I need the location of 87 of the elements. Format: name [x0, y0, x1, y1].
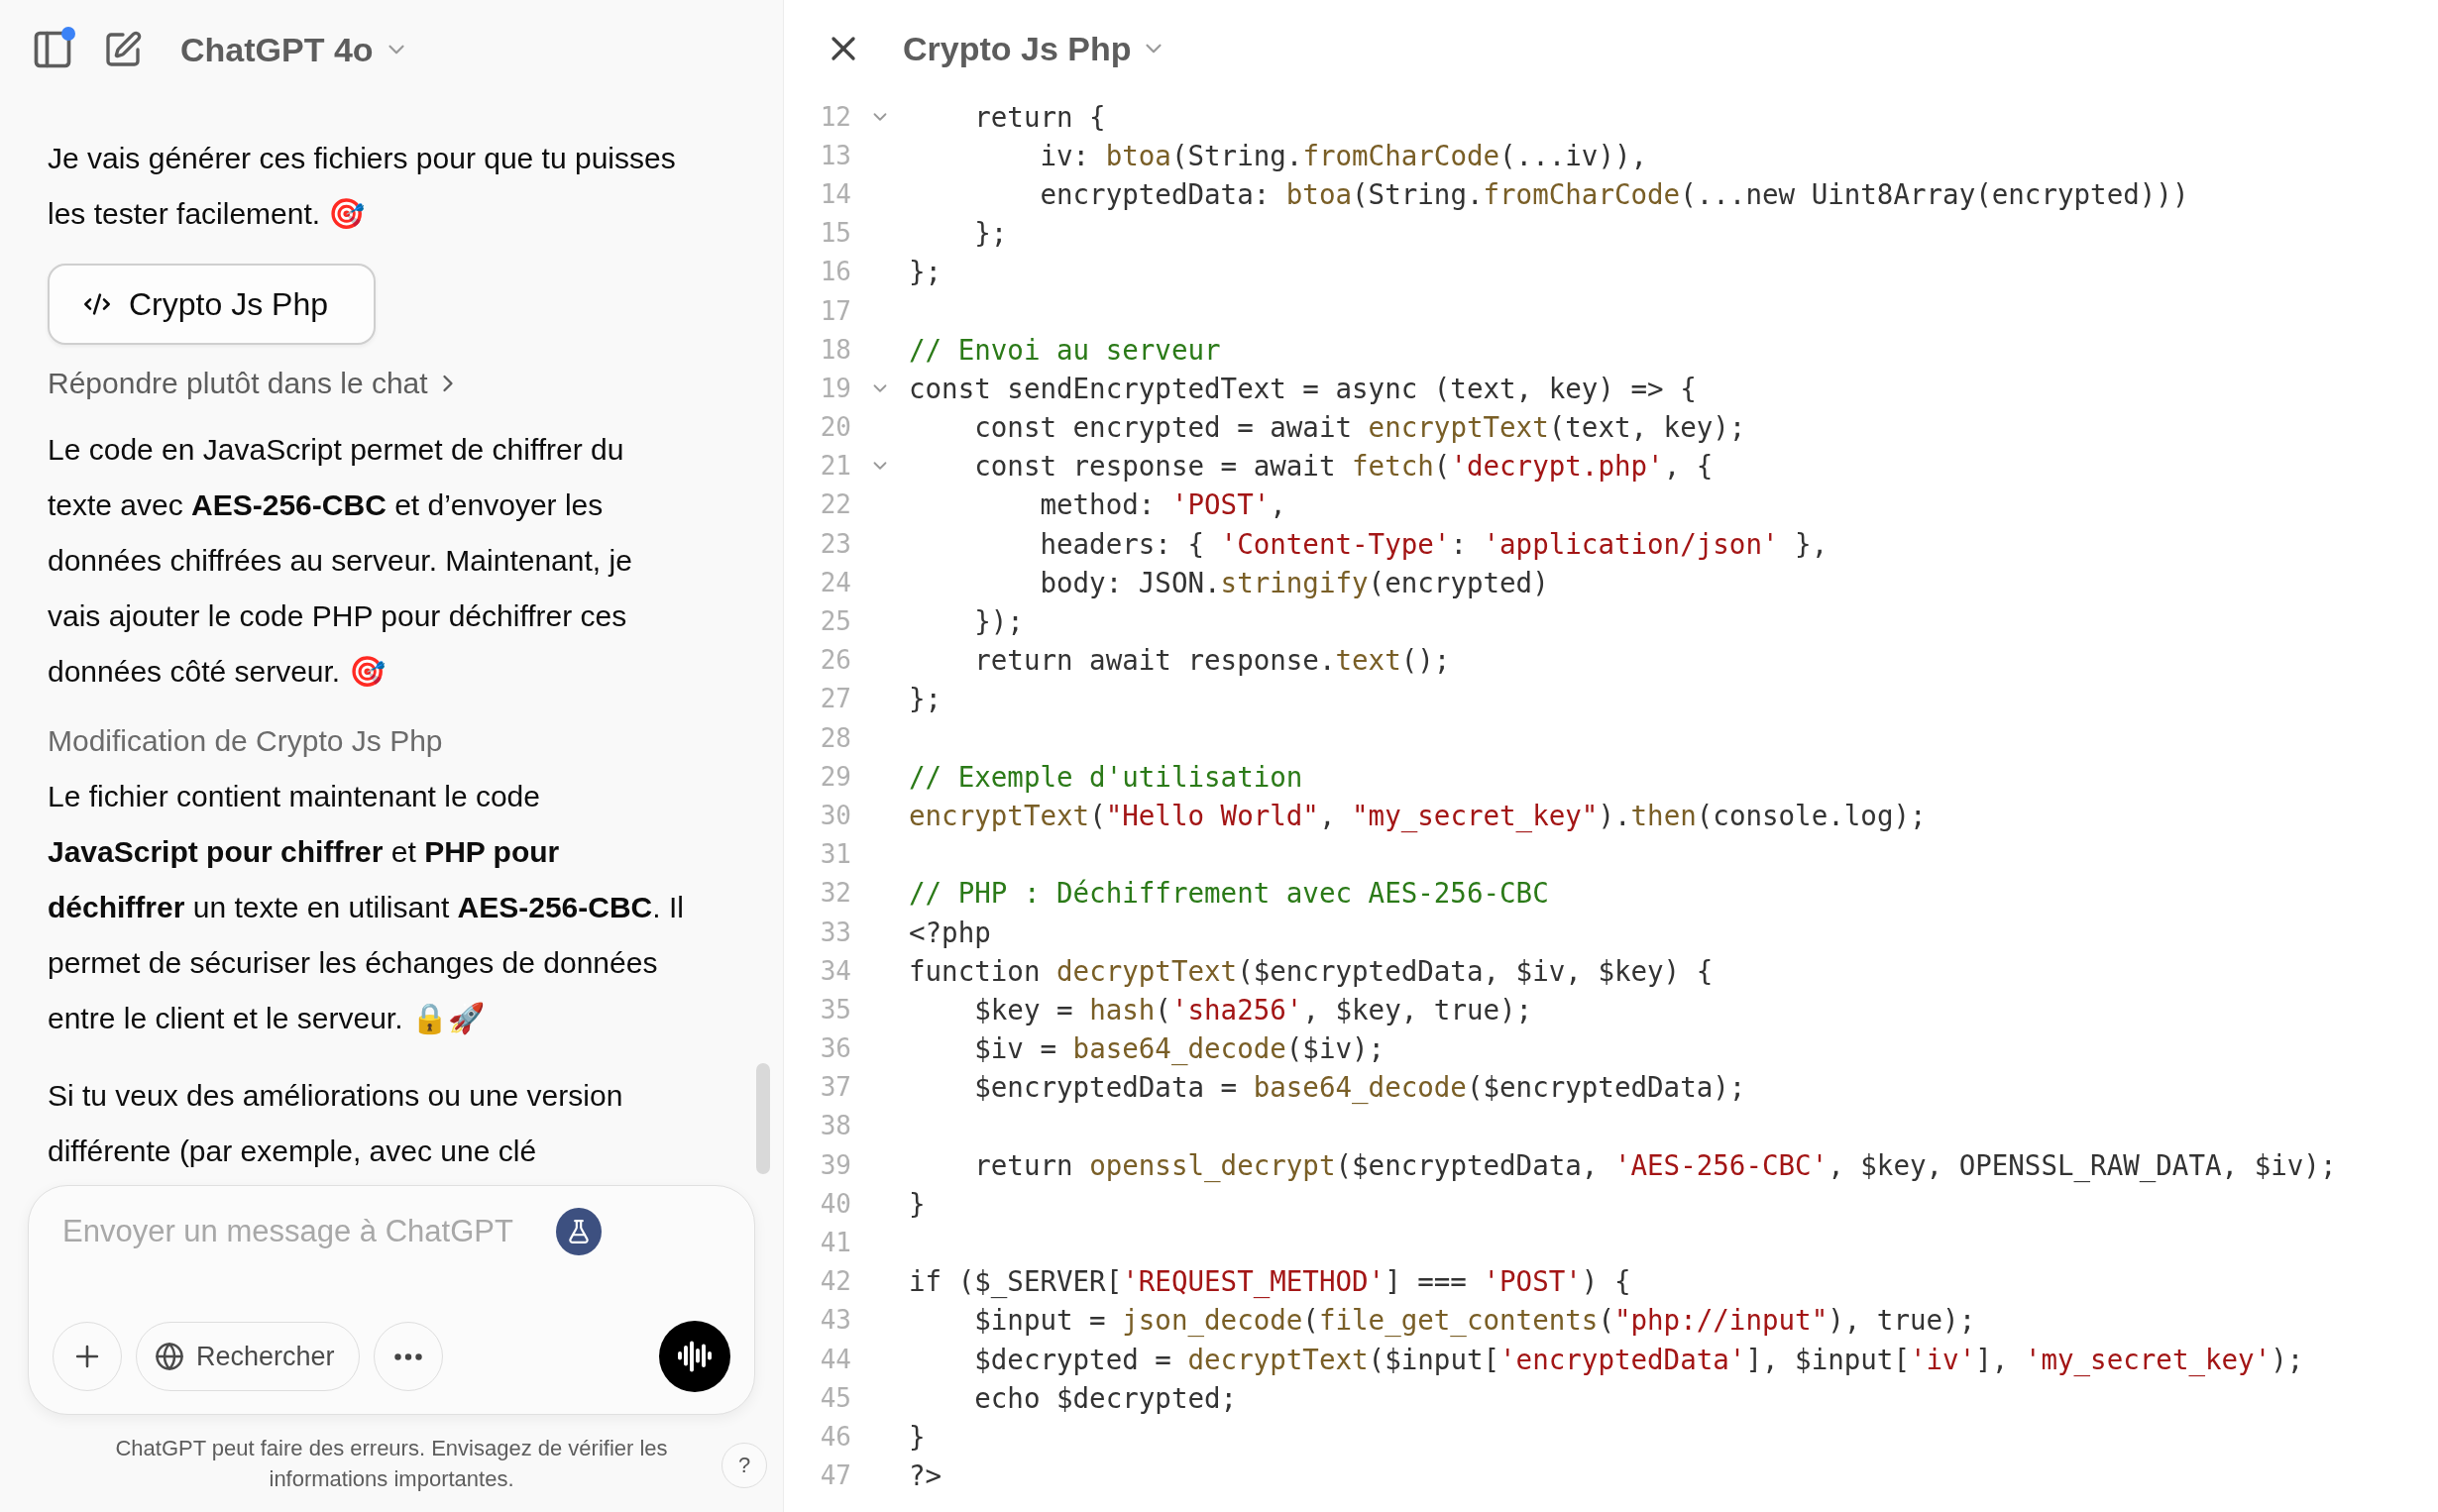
code-line: $decrypted = decryptText($input['encryptedData'], $input['iv'], 'my_secret_key');	[973, 1343, 2305, 1375]
line-number: 25	[819, 606, 851, 637]
code-line: };	[909, 256, 943, 288]
code-line: // Envoi au serveur	[909, 333, 1222, 366]
line-number: 21	[819, 451, 851, 482]
message-paragraph: Si tu veux des améliorations ou une version différente (par exemple, avec une clé	[48, 1078, 624, 1169]
code-line: encryptedData: btoa(String.fromCharCode(...new Uint8Array(encrypted)))	[1039, 177, 2190, 210]
line-number: 20	[819, 412, 851, 443]
line-number: 47	[819, 1460, 851, 1491]
message-paragraph: Je vais générer ces fichiers pour que tu puisses les tester facilement. 🎯	[48, 141, 677, 232]
sound-wave-icon	[677, 1339, 713, 1374]
scrollbar-thumb[interactable]	[756, 1063, 770, 1174]
line-number: 42	[819, 1266, 851, 1297]
line-number: 30	[819, 800, 851, 830]
line-number: 16	[819, 257, 851, 287]
line-number: 35	[819, 994, 851, 1025]
code-line: $encryptedData = base64_decode($encryptedData);	[973, 1071, 1747, 1104]
line-number: 46	[819, 1421, 851, 1452]
code-icon	[83, 290, 111, 318]
code-line: }	[909, 1420, 927, 1453]
line-number: 12	[819, 101, 851, 132]
code-line: const encrypted = await encryptText(text, key);	[973, 411, 1747, 444]
line-number: 19	[819, 373, 851, 403]
code-line: body: JSON.stringify(encrypted)	[1039, 566, 1550, 598]
line-number: 44	[819, 1344, 851, 1374]
line-number: 34	[819, 955, 851, 986]
code-line: $key = hash('sha256', $key, true);	[973, 993, 1534, 1026]
code-line: const sendEncryptedText = async (text, key) => {	[909, 372, 1698, 404]
code-line: function decryptText($encryptedData, $iv, $key) {	[909, 954, 1715, 987]
line-number: 40	[819, 1188, 851, 1219]
code-line: // PHP : Déchiffrement avec AES-256-CBC	[909, 877, 1550, 910]
code-line: encryptText("Hello World", "my_secret_key").then(console.log);	[909, 799, 1928, 831]
search-button[interactable]: Rechercher	[136, 1322, 360, 1391]
line-number: 31	[819, 839, 851, 870]
code-line: iv: btoa(String.fromCharCode(...iv)),	[1039, 139, 1649, 171]
code-line: };	[909, 683, 943, 715]
line-number: 39	[819, 1149, 851, 1180]
line-number: 41	[819, 1228, 851, 1258]
line-number: 15	[819, 218, 851, 249]
help-button[interactable]: ?	[721, 1443, 767, 1488]
line-number: 17	[819, 295, 851, 326]
line-number: 13	[819, 140, 851, 170]
code-line: $input = json_decode(file_get_contents("php://input"), true);	[973, 1304, 1977, 1337]
reply-in-chat-link[interactable]: Répondre plutôt dans le chat	[48, 367, 462, 400]
line-number: 29	[819, 761, 851, 792]
line-number: 23	[819, 528, 851, 559]
code-line: return {	[973, 100, 1107, 133]
code-line: echo $decrypted;	[973, 1381, 1239, 1414]
canvas-document-button[interactable]: Crypto Js Php	[48, 264, 376, 345]
code-line: <?php	[909, 916, 992, 948]
code-line: const response = await fetch('decrypt.php', {	[973, 450, 1715, 483]
line-number: 33	[819, 917, 851, 947]
code-line: });	[973, 605, 1025, 638]
code-line: headers: { 'Content-Type': 'application/json' },	[1039, 527, 1829, 560]
edit-note: Modification de Crypto Js Php	[48, 723, 444, 759]
line-number: 36	[819, 1033, 851, 1064]
flask-icon[interactable]	[556, 1208, 602, 1255]
code-line: // Exemple d'utilisation	[909, 760, 1304, 793]
code-line: $iv = base64_decode($iv);	[973, 1032, 1386, 1065]
model-selector[interactable]: ChatGPT 4o	[176, 30, 413, 69]
line-number: 28	[819, 722, 851, 753]
line-number: 22	[819, 489, 851, 520]
globe-icon	[155, 1342, 184, 1371]
code-line: return openssl_decrypt($encryptedData, 'AES-256-CBC', $key, OPENSSL_RAW_DATA, $iv);	[973, 1148, 2338, 1181]
message-paragraph: Le code en JavaScript permet de chiffrer du texte avec AES-256-CBC et d’envoyer les données chiffrées au serveur. Maintenant, je vais ajouter le code PHP pour déchiffrer ces données côté serveur. 🎯	[48, 432, 633, 690]
line-number: 24	[819, 567, 851, 597]
ellipsis-icon	[393, 1352, 422, 1360]
code-line: if ($_SERVER['REQUEST_METHOD'] === 'POST') {	[909, 1265, 1632, 1298]
code-line: method: 'POST',	[1039, 488, 1287, 521]
message-paragraph: Le fichier contient maintenant le code JavaScript pour chiffrer et PHP pour déchiffrer un texte en utilisant AES-256-CBC. Il permet de sécuriser les échanges de données entre le client et le serveur. 🔒🚀	[48, 779, 684, 1037]
code-line: };	[973, 217, 1009, 250]
disclaimer-text: ChatGPT peut faire des erreurs. Envisagez de vérifier les informations importantes.	[114, 1435, 669, 1493]
line-number: 27	[819, 684, 851, 714]
line-number: 32	[819, 878, 851, 909]
message-input[interactable]: Envoyer un message à ChatGPT	[60, 1213, 557, 1250]
document-title[interactable]: Crypto Js Php	[903, 29, 1167, 68]
code-line: }	[909, 1187, 927, 1220]
line-number: 38	[819, 1111, 851, 1141]
line-number: 37	[819, 1072, 851, 1103]
line-number: 45	[819, 1382, 851, 1413]
line-number: 26	[819, 645, 851, 676]
line-number: 18	[819, 334, 851, 365]
line-number: 43	[819, 1305, 851, 1336]
code-line: ?>	[909, 1459, 943, 1492]
new-chat-icon[interactable]	[103, 30, 143, 69]
code-line: return await response.text();	[973, 644, 1452, 677]
line-number: 14	[819, 178, 851, 209]
